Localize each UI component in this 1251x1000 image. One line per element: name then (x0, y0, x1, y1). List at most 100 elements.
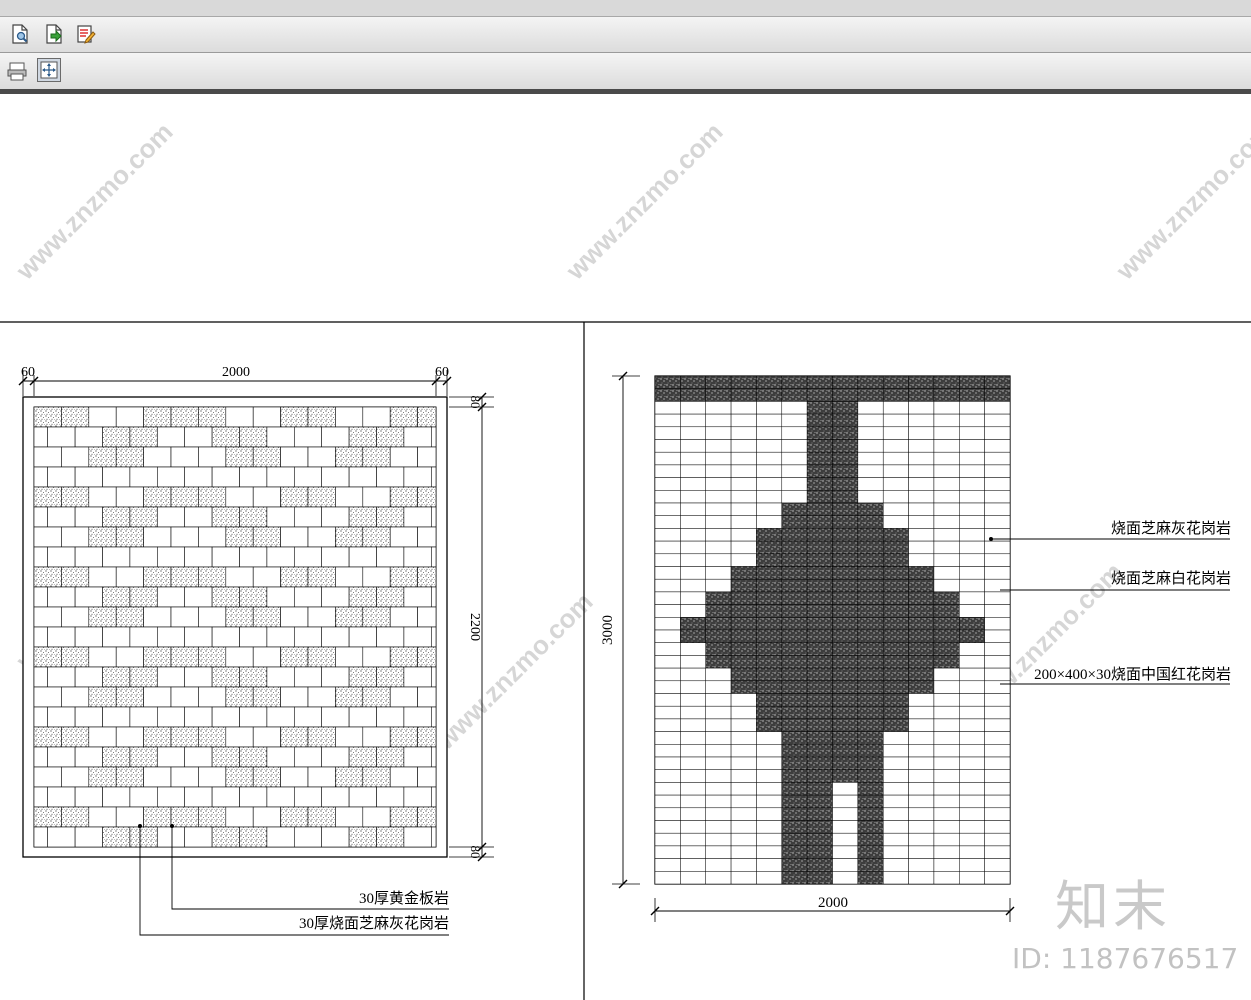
right-tile (908, 845, 935, 859)
right-tile (984, 680, 1011, 694)
right-tile (959, 604, 985, 618)
left-tile (362, 806, 391, 828)
drawing-canvas: www.znzmo.com www.znzmo.com www.znzmo.co… (0, 94, 1251, 1000)
right-tile (756, 858, 783, 872)
preview-doc-icon[interactable] (8, 22, 32, 46)
right-tile (806, 591, 833, 605)
left-tile (184, 826, 213, 848)
left-tile (362, 606, 391, 628)
right-tile (806, 540, 833, 555)
right-callout-1: 烧面芝麻灰花岗岩 (1111, 520, 1231, 537)
right-tile (756, 744, 783, 758)
left-tile (47, 626, 76, 648)
right-tile (806, 578, 833, 593)
left-tile (102, 666, 131, 688)
right-tile (680, 642, 706, 656)
right-tile (730, 578, 757, 593)
right-tile (908, 566, 935, 580)
right-tile (857, 451, 884, 466)
right-tile (933, 617, 960, 631)
right-tile (705, 528, 732, 542)
left-tile (211, 666, 240, 688)
left-tile (321, 746, 350, 768)
right-tile (730, 642, 757, 656)
right-tile (984, 375, 1011, 389)
right-tile (857, 515, 884, 529)
right-tile (882, 756, 909, 770)
right-tile (781, 871, 808, 885)
left-tile (389, 526, 418, 548)
left-tile (252, 606, 281, 628)
right-tile (756, 426, 783, 440)
right-tile (781, 515, 808, 529)
left-tile (74, 626, 103, 648)
right-tile (730, 744, 757, 758)
print-icon[interactable] (5, 59, 29, 83)
right-tile (730, 769, 757, 783)
left-tile (403, 826, 432, 848)
left-tile (417, 406, 437, 428)
right-tile (806, 858, 833, 872)
right-tile (756, 604, 783, 618)
right-tile (933, 782, 960, 796)
right-tile (654, 477, 681, 491)
right-tile (680, 528, 706, 542)
zoom-extents-icon[interactable] (37, 58, 61, 82)
left-tile (362, 566, 391, 588)
left-tile (170, 806, 199, 828)
right-tile (806, 680, 833, 694)
left-tile (198, 566, 227, 588)
left-tile (74, 506, 103, 528)
dim-bottom: 2000 (818, 895, 848, 911)
right-tile (857, 540, 884, 555)
left-tile (293, 706, 322, 728)
left-tile (170, 726, 199, 748)
dim-right-bottom: 80 (468, 846, 483, 859)
right-tile (680, 782, 706, 796)
right-tile (705, 794, 732, 809)
left-tile (61, 486, 90, 508)
right-tile (832, 731, 859, 745)
right-tile (832, 667, 859, 682)
right-tile (730, 388, 757, 402)
left-tile (74, 786, 103, 808)
right-tile (984, 807, 1011, 821)
right-tile (832, 540, 859, 555)
right-tile (781, 578, 808, 593)
left-tile (293, 786, 322, 808)
right-tile (730, 655, 757, 669)
right-tile (933, 705, 960, 720)
right-tile (705, 375, 732, 389)
right-tile (984, 439, 1011, 453)
right-tile (654, 553, 681, 567)
left-tile (129, 466, 158, 488)
left-tile (115, 566, 144, 588)
export-doc-icon[interactable] (42, 22, 66, 46)
left-tile (335, 646, 364, 668)
left-tile (280, 806, 309, 828)
left-tile (184, 746, 213, 768)
right-tile (933, 845, 960, 859)
right-tile (908, 578, 935, 593)
right-tile (806, 845, 833, 859)
right-tile (832, 502, 859, 516)
right-tile (680, 807, 706, 821)
right-tile (959, 769, 985, 783)
edit-doc-icon[interactable] (74, 22, 98, 46)
right-tile (705, 591, 732, 605)
right-tile (654, 617, 681, 631)
left-tile (266, 546, 295, 568)
right-tile (984, 591, 1011, 605)
right-tile (832, 693, 859, 707)
right-tile (984, 490, 1011, 504)
left-tile (417, 606, 437, 628)
right-tile (654, 782, 681, 796)
right-tile (781, 439, 808, 453)
right-tile (933, 439, 960, 453)
left-tile (389, 606, 418, 628)
right-tile (882, 680, 909, 694)
left-tile (74, 666, 103, 688)
right-tile (882, 820, 909, 834)
left-tile (239, 586, 268, 608)
right-tile (654, 464, 681, 478)
